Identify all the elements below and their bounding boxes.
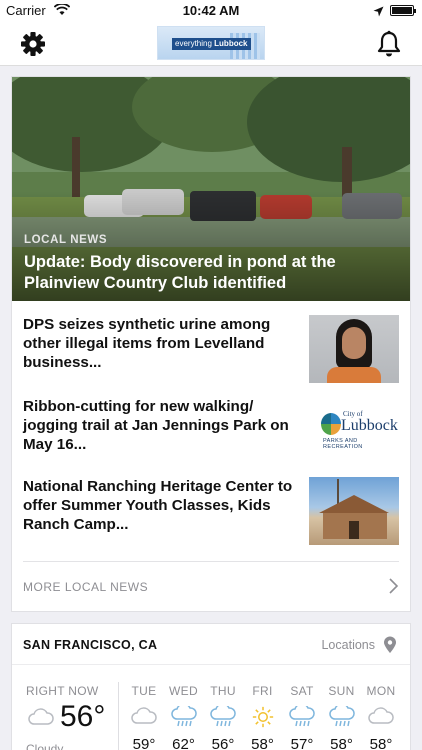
forecast-day-name: TUE <box>131 684 157 698</box>
right-now-label: RIGHT NOW <box>26 684 99 698</box>
bell-icon[interactable] <box>376 30 402 58</box>
more-local-news-label: MORE LOCAL NEWS <box>23 580 149 594</box>
forecast-day-name: SAT <box>290 684 314 698</box>
rain-icon <box>289 703 315 728</box>
gear-icon[interactable] <box>20 31 46 57</box>
forecast-day-temp: 58° <box>330 736 353 750</box>
story-thumbnail-mugshot <box>309 315 399 383</box>
map-pin-icon[interactable] <box>383 636 397 659</box>
forecast-day: SUN 58° <box>322 684 362 750</box>
forecast-day-temp: 58° <box>251 736 274 750</box>
forecast-day-temp: 58° <box>369 736 393 750</box>
current-condition: Cloudy <box>26 742 64 750</box>
more-local-news-link[interactable]: MORE LOCAL NEWS <box>23 574 399 600</box>
weather-location: SAN FRANCISCO, CA <box>23 638 158 652</box>
parks-leaf-icon <box>321 413 341 435</box>
forecast-day-name: MON <box>366 684 396 698</box>
featured-kicker: LOCAL NEWS <box>24 234 108 246</box>
list-item[interactable]: Ribbon-cutting for new walking/ jogging … <box>23 397 399 465</box>
forecast-day: TUE 59° <box>124 684 164 750</box>
story-title[interactable]: National Ranching Heritage Center to off… <box>23 477 301 534</box>
featured-story[interactable]: LOCAL NEWS Update: Body discovered in po… <box>12 77 410 301</box>
weather-card: SAN FRANCISCO, CA Locations RIGHT NOW 56… <box>11 623 411 750</box>
forecast-day-name: WED <box>169 684 198 698</box>
forecast-day: THU 56° <box>203 684 243 750</box>
current-temperature: 56° <box>60 700 106 733</box>
story-thumbnail-building <box>309 477 399 545</box>
local-news-card: LOCAL NEWS Update: Body discovered in po… <box>11 76 411 612</box>
forecast-day-temp: 62° <box>172 736 195 750</box>
list-item[interactable]: DPS seizes synthetic urine among other i… <box>23 315 399 383</box>
logo-tag: everything Lubbock <box>172 38 251 50</box>
divider <box>12 664 410 665</box>
forecast-day: MON 58° <box>361 684 401 750</box>
weather-header: SAN FRANCISCO, CA Locations <box>23 636 399 656</box>
story-title[interactable]: DPS seizes synthetic urine among other i… <box>23 315 301 372</box>
divider <box>118 682 119 750</box>
forecast-day-temp: 57° <box>290 736 314 750</box>
logo-text-everything: everything <box>175 39 212 48</box>
forecast-day-temp: 56° <box>211 736 235 750</box>
cloud-icon <box>368 706 394 728</box>
everything-lubbock-logo[interactable]: everything Lubbock <box>157 26 265 60</box>
rain-icon <box>210 703 236 728</box>
location-arrow-icon <box>373 5 384 20</box>
chevron-right-icon <box>387 576 399 601</box>
status-bar: Carrier 10:42 AM <box>0 0 422 22</box>
sun-icon <box>250 706 276 728</box>
parks-logo-sub: PARKS AND RECREATION <box>323 438 363 450</box>
rain-icon <box>170 703 197 728</box>
battery-icon <box>390 5 416 16</box>
forecast-day-name: THU <box>210 684 236 698</box>
locations-button[interactable]: Locations <box>321 638 375 652</box>
featured-headline[interactable]: Update: Body discovered in pond at the P… <box>24 252 404 294</box>
clock-time: 10:42 AM <box>182 3 240 18</box>
story-title[interactable]: Ribbon-cutting for new walking/ jogging … <box>23 397 301 454</box>
cloud-icon <box>28 708 54 731</box>
forecast-day: FRI 58° <box>243 684 283 750</box>
forecast-day: WED 62° <box>164 684 204 750</box>
list-item[interactable]: National Ranching Heritage Center to off… <box>23 477 399 545</box>
cloud-icon <box>131 706 157 728</box>
logo-text-lubbock: Lubbock <box>214 39 248 48</box>
top-navigation-bar: everything Lubbock <box>0 22 422 66</box>
forecast-day-temp: 59° <box>132 736 156 750</box>
parks-logo-name: Lubbock <box>341 417 398 434</box>
forecast-day-name: FRI <box>252 684 273 698</box>
rain-icon <box>328 703 355 728</box>
story-thumbnail-parks-logo: City of Lubbock PARKS AND RECREATION <box>309 397 399 465</box>
forecast-day: SAT 57° <box>282 684 322 750</box>
forecast-day-name: SUN <box>328 684 355 698</box>
divider <box>23 561 399 562</box>
